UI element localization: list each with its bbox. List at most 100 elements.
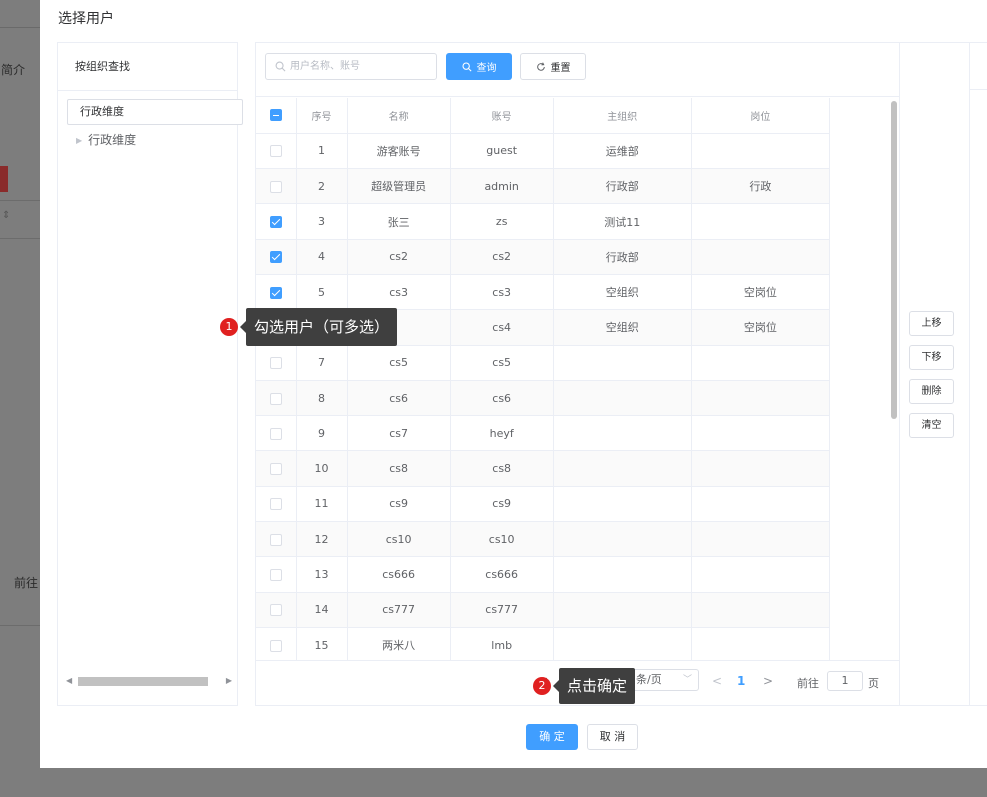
caret-right-icon[interactable]: ▶ xyxy=(76,136,82,145)
row-checkbox[interactable] xyxy=(269,463,282,476)
scroll-right-icon[interactable]: ▶ xyxy=(226,675,232,687)
row-checkbox[interactable] xyxy=(269,286,282,299)
row-checkbox[interactable] xyxy=(269,251,282,264)
scrollbar-thumb[interactable] xyxy=(78,677,208,686)
cell-name: cs777 xyxy=(347,592,451,628)
cell-name: cs7 xyxy=(347,415,451,452)
cell-account: lmb xyxy=(450,627,554,660)
table-row[interactable]: 5 cs3 cs3 空组织 空岗位 xyxy=(256,274,831,311)
table-row[interactable]: 12 cs10 cs10 xyxy=(256,521,831,558)
cell-no: 3 xyxy=(296,203,348,240)
table-row[interactable]: 8 cs6 cs6 xyxy=(256,380,831,417)
cell-no: 14 xyxy=(296,592,348,628)
cell-post: 行政 xyxy=(691,168,831,205)
row-checkbox[interactable] xyxy=(269,216,282,229)
cell-no: 4 xyxy=(296,239,348,275)
next-page-button[interactable]: > xyxy=(763,674,773,688)
prev-page-button[interactable]: < xyxy=(712,674,722,688)
move-up-button[interactable]: 上移 xyxy=(909,311,954,336)
table-row[interactable]: 4 cs2 cs2 行政部 xyxy=(256,239,831,275)
goto-page-input[interactable]: 1 xyxy=(827,671,863,691)
org-dimension-select[interactable]: 行政维度 xyxy=(67,99,243,125)
move-down-button[interactable]: 下移 xyxy=(909,345,954,370)
row-checkbox-cell xyxy=(256,345,297,381)
column-header-name[interactable]: 名称 xyxy=(347,98,451,134)
table-row[interactable]: 15 两米八 lmb xyxy=(256,627,831,660)
delete-button[interactable]: 删除 xyxy=(909,379,954,404)
cell-org xyxy=(553,486,692,523)
table-row[interactable]: 2 超级管理员 admin 行政部 行政 xyxy=(256,168,831,205)
table-row[interactable]: 10 cs8 cs8 xyxy=(256,450,831,487)
column-header-post[interactable]: 岗位 xyxy=(691,98,831,134)
cell-name: cs2 xyxy=(347,239,451,275)
row-checkbox[interactable] xyxy=(269,180,282,193)
row-checkbox[interactable] xyxy=(269,427,282,440)
row-checkbox[interactable] xyxy=(269,392,282,405)
column-header-account[interactable]: 账号 xyxy=(450,98,554,134)
cell-org xyxy=(553,380,692,417)
org-tree: ▶ 行政维度 xyxy=(76,131,136,148)
row-checkbox-cell xyxy=(256,450,297,487)
chevron-down-icon: ﹀ xyxy=(682,675,692,685)
query-button[interactable]: 查询 xyxy=(446,53,512,80)
table-row[interactable]: 1 游客账号 guest 运维部 xyxy=(256,133,831,170)
select-all-checkbox[interactable] xyxy=(269,109,282,122)
org-horizontal-scrollbar[interactable]: ◀ ▶ xyxy=(64,675,232,687)
refresh-icon xyxy=(536,61,545,71)
row-checkbox[interactable] xyxy=(269,498,282,511)
cancel-button[interactable]: 取 消 xyxy=(587,724,638,750)
table-row[interactable]: 14 cs777 cs777 xyxy=(256,592,831,628)
cell-account: cs666 xyxy=(450,556,554,593)
table-row[interactable]: 9 cs7 heyf xyxy=(256,415,831,452)
clear-button[interactable]: 清空 xyxy=(909,413,954,438)
background-divider xyxy=(0,200,40,201)
cell-no: 12 xyxy=(296,521,348,558)
cell-account: cs10 xyxy=(450,521,554,558)
query-button-label: 查询 xyxy=(476,63,497,74)
table-row[interactable]: 7 cs5 cs5 xyxy=(256,345,831,381)
table-row[interactable]: 3 张三 zs 测试11 xyxy=(256,203,831,240)
confirm-button[interactable]: 确 定 xyxy=(526,724,578,750)
goto-unit-label: 页 xyxy=(868,677,879,690)
cell-org xyxy=(553,450,692,487)
search-input-wrapper[interactable] xyxy=(265,53,437,80)
page-number-current[interactable]: 1 xyxy=(737,674,745,688)
row-checkbox[interactable] xyxy=(269,533,282,546)
row-checkbox[interactable] xyxy=(269,604,282,617)
row-checkbox[interactable] xyxy=(269,357,282,370)
cell-account: cs3 xyxy=(450,274,554,311)
cell-name: 游客账号 xyxy=(347,133,451,170)
org-panel-header: 按组织查找 xyxy=(58,43,237,91)
cell-account: zs xyxy=(450,203,554,240)
cell-post xyxy=(691,239,831,275)
table-row[interactable]: 11 cs9 cs9 xyxy=(256,486,831,523)
column-header-no[interactable]: 序号 xyxy=(296,98,348,134)
org-panel: 按组织查找 行政维度 ▶ 行政维度 ◀ ▶ xyxy=(57,42,243,706)
row-checkbox[interactable] xyxy=(269,569,282,581)
row-checkbox[interactable] xyxy=(269,145,282,158)
search-bar: 查询 重置 xyxy=(256,43,899,97)
row-checkbox-cell xyxy=(256,203,297,240)
table-row[interactable]: 13 cs666 cs666 xyxy=(256,556,831,593)
reset-button[interactable]: 重置 xyxy=(520,53,586,80)
background-divider xyxy=(0,625,40,626)
table-vertical-scrollbar[interactable] xyxy=(891,101,897,419)
org-tree-node[interactable]: 行政维度 xyxy=(88,133,136,147)
row-checkbox-cell xyxy=(256,274,297,311)
step-tooltip: 点击确定 xyxy=(559,668,636,704)
cell-name: cs3 xyxy=(347,274,451,311)
cell-post xyxy=(691,556,831,593)
cell-org: 运维部 xyxy=(553,133,692,170)
user-table-panel: 查询 重置 序号 名称 账号 主组织 岗位 1 xyxy=(255,42,900,706)
cell-org: 行政部 xyxy=(553,168,692,205)
cell-post xyxy=(691,415,831,452)
tutorial-step-2: 2 点击确定 xyxy=(533,668,636,704)
cell-name: cs9 xyxy=(347,486,451,523)
column-header-org[interactable]: 主组织 xyxy=(553,98,692,134)
row-checkbox[interactable] xyxy=(269,639,282,652)
search-input[interactable] xyxy=(290,54,430,79)
scroll-left-icon[interactable]: ◀ xyxy=(66,675,72,687)
page-size-select[interactable]: 条/页 ﹀ xyxy=(629,669,699,691)
cell-name: cs8 xyxy=(347,450,451,487)
cell-post: 空岗位 xyxy=(691,274,831,311)
